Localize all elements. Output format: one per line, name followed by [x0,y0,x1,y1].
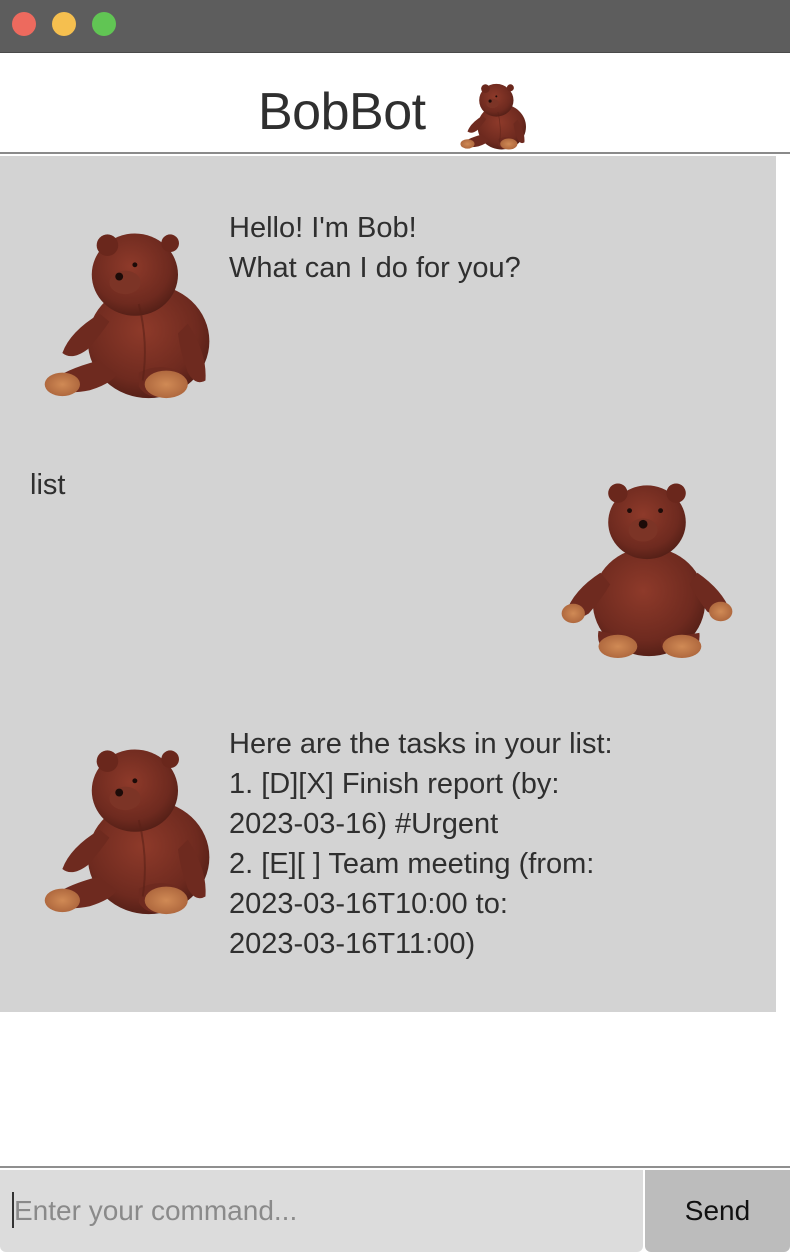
command-input[interactable] [0,1170,643,1252]
app-title: BobBot [258,83,426,141]
zoom-window-button[interactable] [92,12,116,36]
bear-avatar-icon [458,73,530,151]
bear-avatar-icon [556,466,738,660]
scrollbar-track[interactable] [776,156,790,1166]
user-message-text: list [30,469,66,501]
title-bar [0,0,790,53]
send-button[interactable]: Send [645,1170,790,1252]
bot-message-text: Hello! I'm Bob! What can I do for you? [229,212,521,284]
close-window-button[interactable] [12,12,36,36]
app-header: BobBot [0,53,790,154]
text-caret [12,1192,14,1228]
minimize-window-button[interactable] [52,12,76,36]
bear-avatar-icon [40,722,218,918]
app-window: BobBot Hello! I'm Bob! What can I do for… [0,0,790,1254]
bear-avatar-icon [40,206,218,402]
chat-pane[interactable]: Hello! I'm Bob! What can I do for you? l… [0,156,776,1012]
input-bar: Send [0,1166,790,1254]
bot-message-text: Here are the tasks in your list: 1. [D][… [229,728,613,960]
